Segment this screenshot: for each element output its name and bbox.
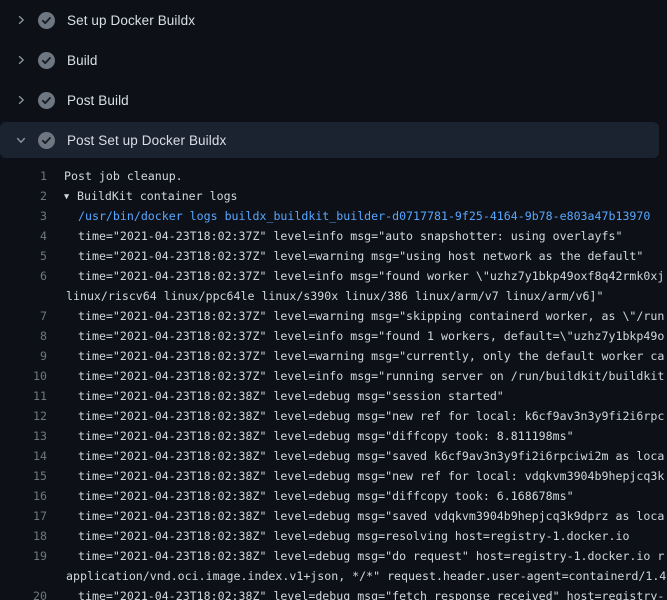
log-text: time="2021-04-23T18:02:38Z" level=debug … [78,506,664,526]
log-line-number[interactable]: 9 [0,346,47,366]
step-slot: Build [0,40,667,80]
log-line-number[interactable]: 3 [0,206,47,226]
step-slot: Post Build [0,80,667,120]
step-row-post-set-up-docker-buildx[interactable]: Post Set up Docker Buildx [0,122,659,158]
log-line-number[interactable]: 10 [0,366,47,386]
log-text: time="2021-04-23T18:02:37Z" level=info m… [78,366,664,386]
log-text-wrap: application/vnd.oci.image.index.v1+json,… [66,566,666,586]
log-text: time="2021-04-23T18:02:38Z" level=debug … [78,426,574,446]
chevron-right-icon [14,54,27,67]
log-line: 6 time="2021-04-23T18:02:37Z" level=info … [0,266,667,286]
log-line-number[interactable]: 1 [0,166,47,186]
check-circle-icon [38,132,55,149]
log-line: 20 time="2021-04-23T18:02:38Z" level=debu… [0,586,667,600]
log-line: 2 ▼BuildKit container logs [0,186,667,206]
chevron-down-icon [14,134,27,147]
step-title: Post Build [67,93,129,108]
log-line: 9 time="2021-04-23T18:02:37Z" level=warni… [0,346,667,366]
log-line-number[interactable]: 13 [0,426,47,446]
log-line-number-empty [0,566,47,586]
log-line-number[interactable]: 5 [0,246,47,266]
step-row-build[interactable]: Build [0,40,659,80]
log-group-label[interactable]: ▼BuildKit container logs [64,186,238,206]
triangle-down-icon[interactable]: ▼ [64,187,77,206]
log-line-number[interactable]: 11 [0,386,47,406]
log-line: 17 time="2021-04-23T18:02:38Z" level=debu… [0,506,667,526]
log-text: time="2021-04-23T18:02:38Z" level=debug … [78,526,629,546]
log-line-number[interactable]: 19 [0,546,47,566]
log-text: time="2021-04-23T18:02:37Z" level=info m… [78,266,664,286]
log-line-number[interactable]: 7 [0,306,47,326]
check-circle-icon [38,92,55,109]
log-text: time="2021-04-23T18:02:38Z" level=debug … [78,486,574,506]
log-text: time="2021-04-23T18:02:37Z" level=info m… [78,226,622,246]
log-text: time="2021-04-23T18:02:38Z" level=debug … [78,466,664,486]
log-line: 10 time="2021-04-23T18:02:37Z" level=info… [0,366,667,386]
log-group-label-text: BuildKit container logs [77,189,238,203]
log-line: 7 time="2021-04-23T18:02:37Z" level=warni… [0,306,667,326]
log-line-number[interactable]: 16 [0,486,47,506]
step-row-post-build[interactable]: Post Build [0,80,659,120]
chevron-right-icon [14,94,27,107]
check-circle-icon [38,52,55,69]
log-text: time="2021-04-23T18:02:37Z" level=info m… [78,326,664,346]
log-line: 4 time="2021-04-23T18:02:37Z" level=info … [0,226,667,246]
log-text: time="2021-04-23T18:02:38Z" level=debug … [78,586,664,600]
log-line: 14 time="2021-04-23T18:02:38Z" level=debu… [0,446,667,466]
step-title: Post Set up Docker Buildx [67,133,226,148]
log-line-number[interactable]: 6 [0,266,47,286]
step-title: Set up Docker Buildx [67,13,195,28]
log-line-wrap: application/vnd.oci.image.index.v1+json,… [0,566,667,586]
log-text: time="2021-04-23T18:02:38Z" level=debug … [78,406,664,426]
log-text: time="2021-04-23T18:02:38Z" level=debug … [78,446,664,466]
log-line-number[interactable]: 17 [0,506,47,526]
log-line-number[interactable]: 14 [0,446,47,466]
log-text: time="2021-04-23T18:02:38Z" level=debug … [78,546,664,566]
log-line: 13 time="2021-04-23T18:02:38Z" level=debu… [0,426,667,446]
log-text-wrap: linux/riscv64 linux/ppc64le linux/s390x … [66,286,603,306]
log-line-number[interactable]: 2 [0,186,47,206]
log-text: time="2021-04-23T18:02:37Z" level=warnin… [78,346,664,366]
log-line: 8 time="2021-04-23T18:02:37Z" level=info … [0,326,667,346]
step-slot: Set up Docker Buildx [0,0,667,40]
log-line-number[interactable]: 4 [0,226,47,246]
log-line: 5 time="2021-04-23T18:02:37Z" level=warni… [0,246,667,266]
log-line: 18 time="2021-04-23T18:02:38Z" level=debu… [0,526,667,546]
log-line-wrap: linux/riscv64 linux/ppc64le linux/s390x … [0,286,667,306]
chevron-right-icon [14,14,27,27]
log-line: 19 time="2021-04-23T18:02:38Z" level=debu… [0,546,667,566]
log-line-number-empty [0,286,47,306]
log-line-number[interactable]: 12 [0,406,47,426]
log-line: 3/usr/bin/docker logs buildx_buildkit_bu… [0,206,667,226]
log-line-number[interactable]: 15 [0,466,47,486]
log-text: time="2021-04-23T18:02:38Z" level=debug … [78,386,504,406]
log-line: 11 time="2021-04-23T18:02:38Z" level=debu… [0,386,667,406]
log-line-number[interactable]: 8 [0,326,47,346]
step-title: Build [67,53,98,68]
log-line-number[interactable]: 20 [0,586,47,600]
steps-list: Set up Docker Buildx Build Post Build Post … [0,0,667,160]
log-line-number[interactable]: 18 [0,526,47,546]
log-text: Post job cleanup. [64,166,183,186]
log-command-text: /usr/bin/docker logs buildx_buildkit_bui… [78,206,650,226]
step-row-set-up-docker-buildx[interactable]: Set up Docker Buildx [0,0,659,40]
log-text: time="2021-04-23T18:02:37Z" level=warnin… [78,306,664,326]
log-text: time="2021-04-23T18:02:37Z" level=warnin… [78,246,643,266]
check-circle-icon [38,12,55,29]
log-line: 16 time="2021-04-23T18:02:38Z" level=debu… [0,486,667,506]
step-slot: Post Set up Docker Buildx [0,120,667,160]
log-line: 12 time="2021-04-23T18:02:38Z" level=debu… [0,406,667,426]
log-line: 15 time="2021-04-23T18:02:38Z" level=debu… [0,466,667,486]
log-line: 1 Post job cleanup. [0,166,667,186]
log-area: 1 Post job cleanup. 2 ▼BuildKit container l… [0,160,667,600]
